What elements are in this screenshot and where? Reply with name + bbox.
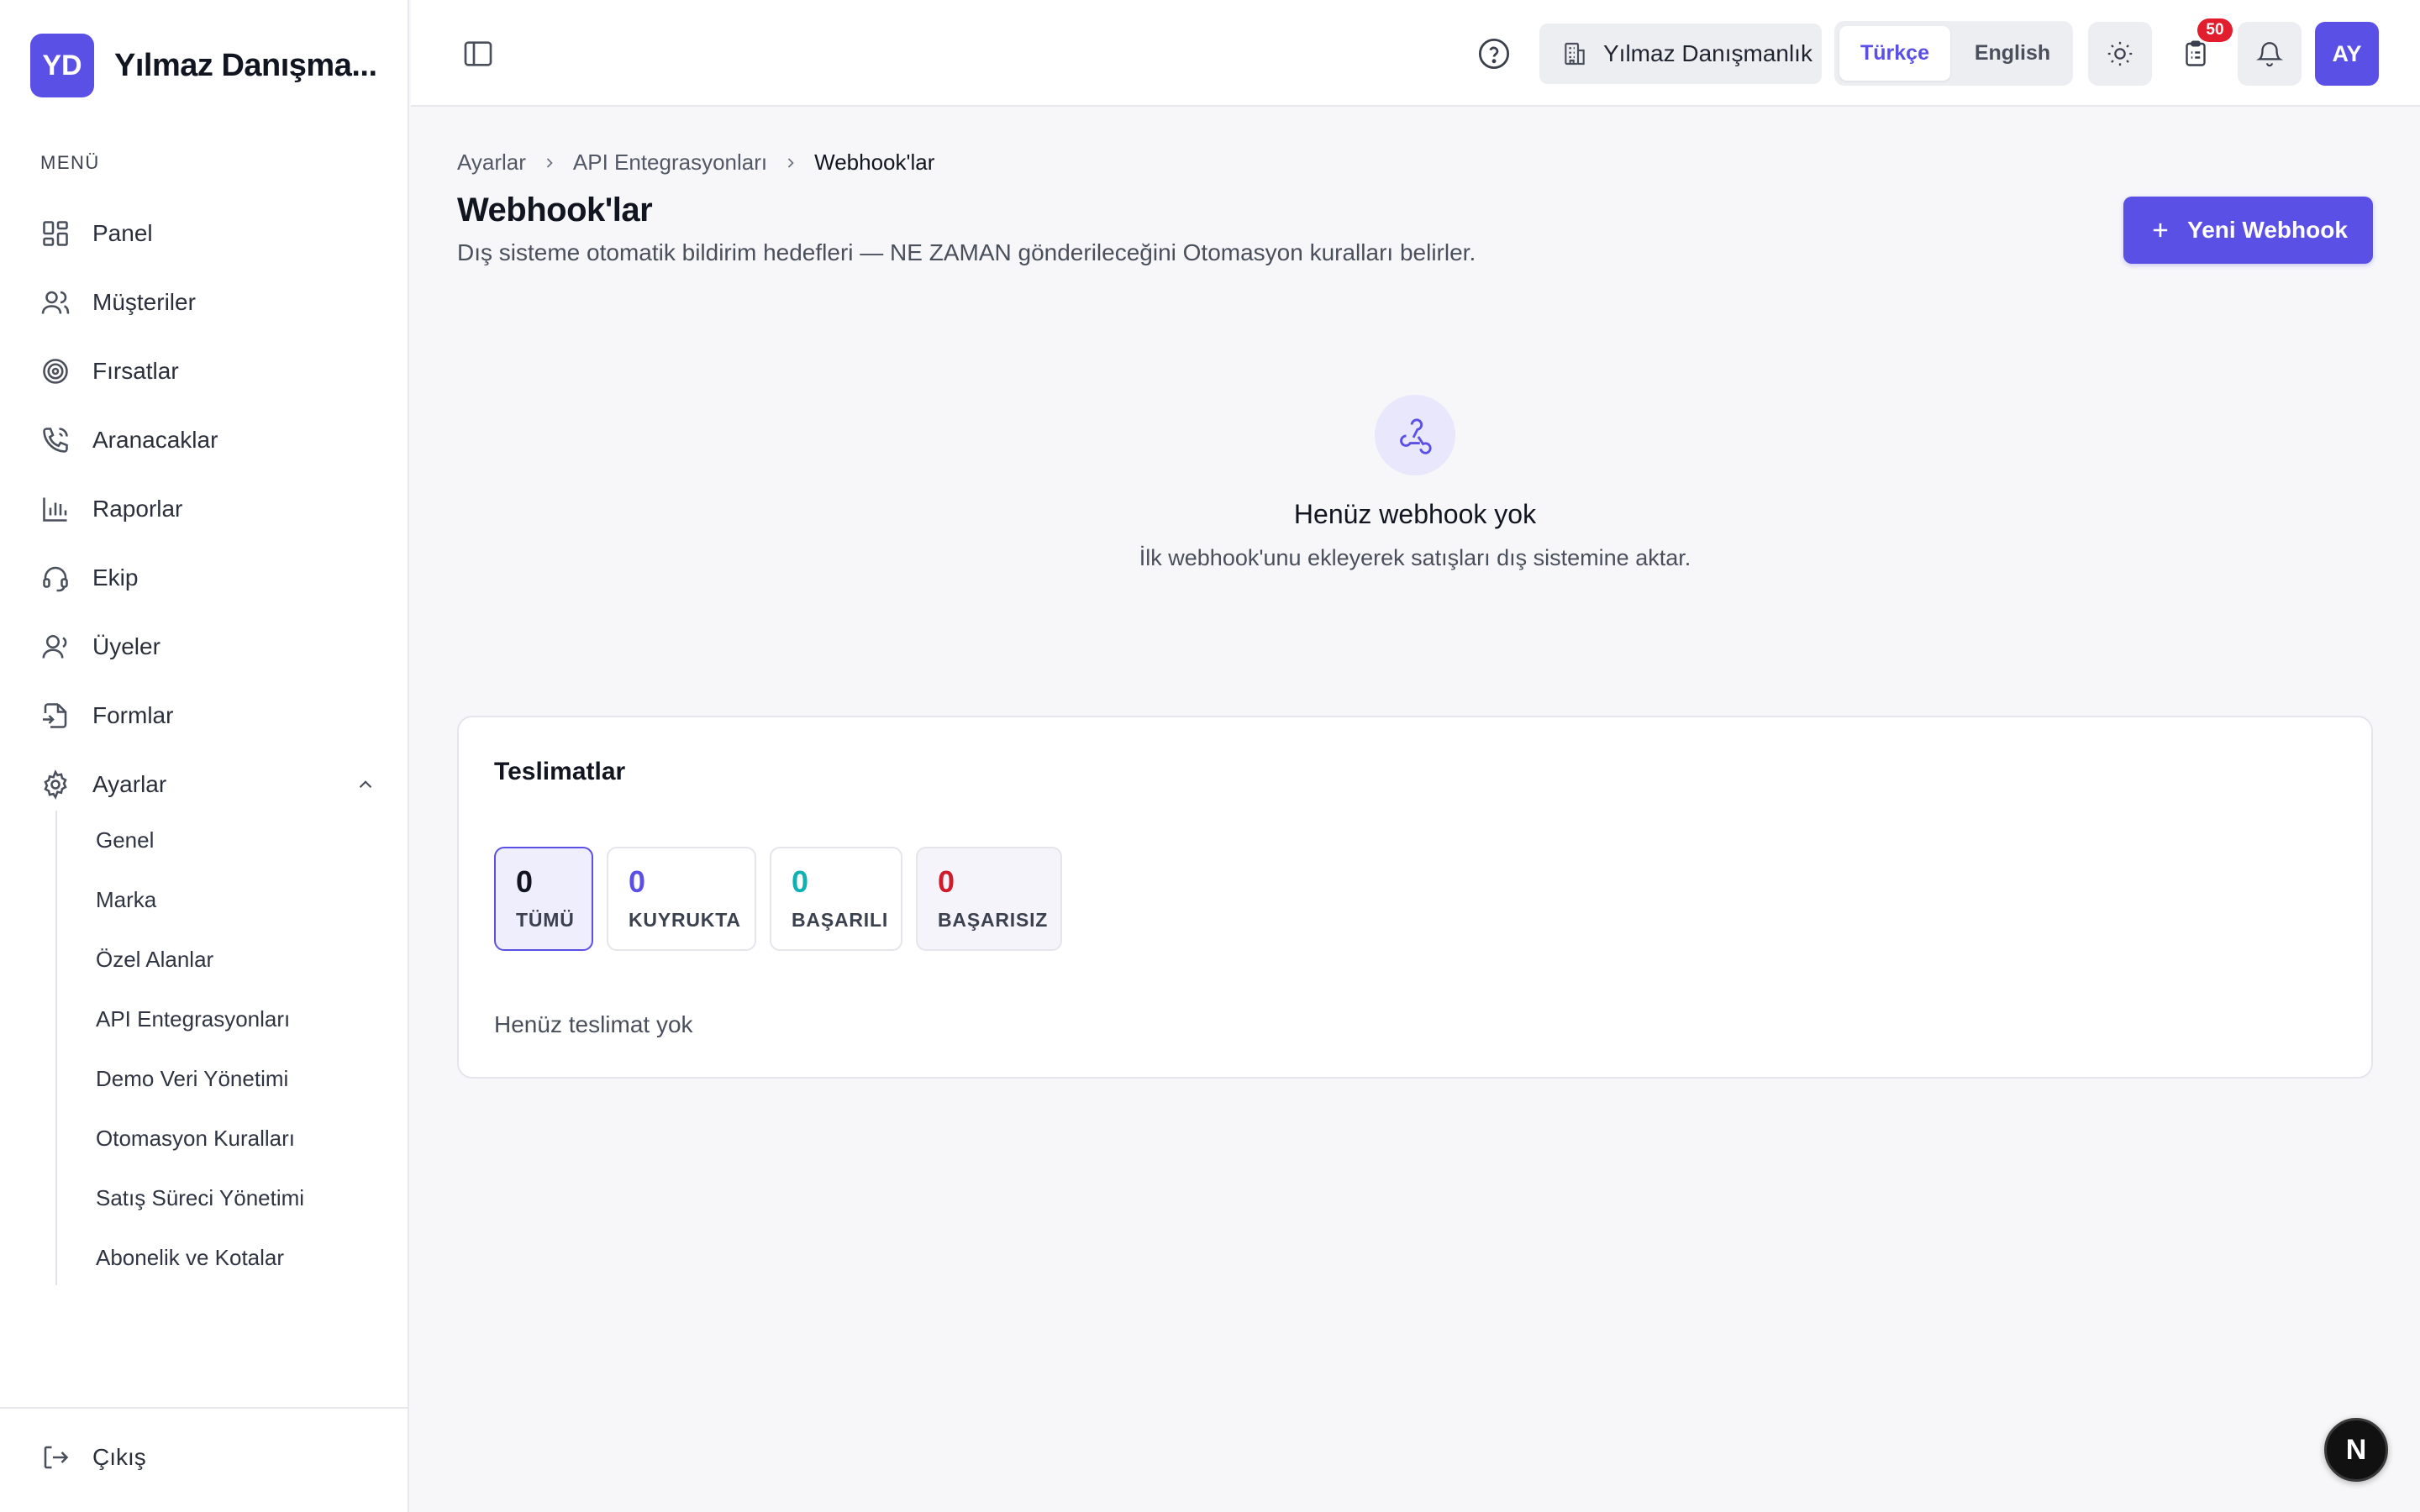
stat-label: BAŞARISIZ (938, 908, 1049, 931)
sidebar-item-label: Raporlar (92, 496, 183, 522)
sidebar: YD Yılmaz Danışma... MENÜ Panel Müşteril… (0, 0, 409, 1512)
stat-label: TÜMÜ (516, 908, 575, 931)
page-title: Webhook'lar (457, 192, 653, 228)
sidebar-item-label: Ayarlar (92, 771, 167, 797)
breadcrumb-item-settings[interactable]: Ayarlar (457, 150, 526, 176)
organization-switcher[interactable]: Yılmaz Danışmanlık (1539, 24, 1822, 84)
language-option-turkish[interactable]: Türkçe (1839, 26, 1950, 81)
theme-toggle-button[interactable] (2088, 22, 2152, 86)
sun-icon (2106, 39, 2134, 68)
sidebar-item-label: Aranacaklar (92, 427, 218, 453)
language-option-english[interactable]: English (1957, 26, 2068, 81)
logout-icon (40, 1442, 71, 1473)
subnav-item-automation-rules[interactable]: Otomasyon Kuralları (57, 1109, 375, 1168)
stat-value: 0 (629, 864, 646, 899)
settings-subnav: Genel Marka Özel Alanlar API Entegrasyon… (55, 811, 375, 1285)
logout-label: Çıkış (92, 1444, 146, 1470)
dev-tools-button[interactable]: N (2324, 1418, 2388, 1482)
subnav-item-subscription[interactable]: Abonelik ve Kotalar (57, 1228, 375, 1288)
phone-icon (40, 425, 71, 455)
sidebar-item-customers[interactable]: Müşteriler (40, 268, 376, 337)
menu-title: MENÜ (40, 152, 100, 173)
breadcrumb-item-current: Webhook'lar (814, 150, 935, 175)
language-switcher: Türkçe English (1834, 21, 2073, 86)
sidebar-item-settings[interactable]: Ayarlar (40, 750, 376, 819)
subnav-item-demo-data[interactable]: Demo Veri Yönetimi (57, 1049, 375, 1109)
notifications-button[interactable] (2238, 22, 2302, 86)
target-icon (40, 356, 71, 386)
clipboard-icon (2181, 39, 2211, 69)
deliveries-empty-text: Henüz teslimat yok (494, 1011, 693, 1037)
webhook-icon (1375, 395, 1455, 475)
user-icon (40, 632, 71, 662)
sidebar-item-forms[interactable]: Formlar (40, 681, 376, 750)
topbar: Yılmaz Danışmanlık Türkçe English 50 AY (411, 0, 2420, 107)
sidebar-item-panel[interactable]: Panel (40, 199, 376, 268)
subnav-item-sales-process[interactable]: Satış Süreci Yönetimi (57, 1168, 375, 1228)
tasks-count-badge: 50 (2197, 18, 2233, 42)
grid-icon (40, 218, 71, 249)
stat-value: 0 (938, 864, 955, 899)
sidebar-item-opportunities[interactable]: Fırsatlar (40, 337, 376, 406)
filter-failed[interactable]: 0 BAŞARISIZ (916, 847, 1062, 951)
breadcrumb: Ayarlar API Entegrasyonları Webhook'lar (457, 150, 934, 176)
subnav-item-general[interactable]: Genel (57, 811, 375, 870)
stat-label: KUYRUKTA (629, 908, 741, 931)
sidebar-item-team[interactable]: Ekip (40, 543, 376, 612)
breadcrumb-item-api-integrations[interactable]: API Entegrasyonları (573, 150, 767, 176)
brand-logo: YD (30, 34, 94, 97)
stat-value: 0 (516, 864, 534, 899)
webhooks-empty-state: Henüz webhook yok İlk webhook'unu ekleye… (457, 395, 2373, 571)
page-subtitle: Dış sisteme otomatik bildirim hedefleri … (457, 239, 1476, 265)
sidebar-item-label: Fırsatlar (92, 358, 179, 384)
plus-icon (2149, 218, 2172, 242)
user-avatar[interactable]: AY (2315, 22, 2379, 86)
users-icon (40, 287, 71, 318)
sidebar-item-label: Ekip (92, 564, 139, 591)
sidebar-item-label: Formlar (92, 702, 174, 728)
bar-chart-icon (40, 494, 71, 524)
chevron-right-icon (541, 155, 558, 171)
filter-all[interactable]: 0 TÜMÜ (494, 847, 593, 951)
logout-button[interactable]: Çıkış (40, 1442, 146, 1473)
building-icon (1561, 40, 1588, 67)
sidebar-item-label: Panel (92, 220, 153, 246)
headset-icon (40, 563, 71, 593)
sidebar-nav: Panel Müşteriler Fırsatlar Aranacaklar R… (40, 199, 376, 819)
new-webhook-label: Yeni Webhook (2187, 217, 2348, 243)
brand[interactable]: YD Yılmaz Danışma... (30, 34, 377, 97)
sidebar-item-label: Üyeler (92, 633, 160, 659)
new-webhook-button[interactable]: Yeni Webhook (2123, 197, 2373, 264)
help-icon[interactable] (1476, 36, 1512, 71)
organization-name: Yılmaz Danışmanlık (1603, 40, 1812, 66)
form-icon (40, 701, 71, 731)
sidebar-item-reports[interactable]: Raporlar (40, 475, 376, 543)
subnav-item-custom-fields[interactable]: Özel Alanlar (57, 930, 375, 990)
subnav-item-brand[interactable]: Marka (57, 870, 375, 930)
sidebar-item-members[interactable]: Üyeler (40, 612, 376, 681)
tasks-button[interactable]: 50 (2164, 18, 2233, 86)
sidebar-toggle-icon[interactable] (461, 37, 495, 71)
sidebar-item-calls[interactable]: Aranacaklar (40, 406, 376, 475)
sidebar-footer: Çıkış (0, 1407, 409, 1512)
deliveries-title: Teslimatlar (494, 758, 626, 785)
deliveries-card: Teslimatlar 0 TÜMÜ 0 KUYRUKTA 0 BAŞARILI… (457, 716, 2373, 1079)
stat-value: 0 (792, 864, 809, 899)
filter-successful[interactable]: 0 BAŞARILI (770, 847, 902, 951)
gear-icon (40, 769, 71, 800)
chevron-up-icon[interactable] (355, 774, 376, 795)
sidebar-item-label: Müşteriler (92, 289, 196, 315)
bell-icon (2255, 39, 2284, 68)
chevron-right-icon (782, 155, 799, 171)
filter-queued[interactable]: 0 KUYRUKTA (607, 847, 756, 951)
brand-name: Yılmaz Danışma... (114, 47, 377, 83)
empty-state-title: Henüz webhook yok (1293, 499, 1537, 529)
delivery-filters: 0 TÜMÜ 0 KUYRUKTA 0 BAŞARILI 0 BAŞARISIZ (494, 847, 1062, 951)
stat-label: BAŞARILI (792, 908, 889, 931)
subnav-item-api-integrations[interactable]: API Entegrasyonları (57, 990, 375, 1049)
empty-state-description: İlk webhook'unu ekleyerek satışları dış … (1139, 545, 1691, 570)
